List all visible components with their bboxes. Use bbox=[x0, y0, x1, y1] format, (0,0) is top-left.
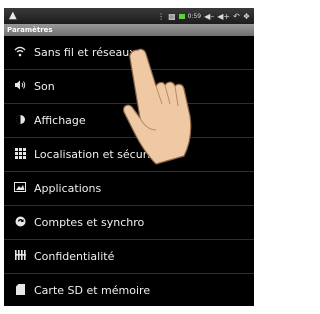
settings-item-applications[interactable]: Applications bbox=[4, 172, 254, 206]
settings-item-label: Applications bbox=[34, 182, 102, 195]
signal-icon: ▩ bbox=[168, 11, 176, 21]
brightness-icon bbox=[10, 114, 30, 128]
status-icons: ⋮ ▩ 0:59 ◀– ◀+ ↶ ❖ bbox=[157, 8, 250, 24]
title-bar: Paramètres bbox=[4, 24, 254, 36]
home-icon[interactable]: ▲ bbox=[9, 9, 17, 23]
settings-item-sd-card[interactable]: Carte SD et mémoire bbox=[4, 274, 254, 306]
applications-icon bbox=[10, 182, 30, 195]
location-grid-icon bbox=[10, 147, 30, 162]
usb-icon: ⋮ bbox=[157, 11, 166, 21]
page-title: Paramètres bbox=[7, 26, 53, 34]
settings-item-label: Son bbox=[34, 80, 55, 93]
back-icon[interactable]: ↶ bbox=[233, 12, 240, 21]
menu-icon[interactable]: ❖ bbox=[243, 12, 250, 21]
settings-item-privacy[interactable]: Confidentialité bbox=[4, 240, 254, 274]
privacy-icon bbox=[10, 250, 30, 263]
battery-icon bbox=[178, 13, 185, 19]
volume-down-icon[interactable]: ◀– bbox=[204, 12, 214, 21]
pointing-hand-overlay bbox=[123, 48, 192, 165]
settings-item-label: Affichage bbox=[34, 114, 86, 127]
sync-icon bbox=[10, 216, 30, 230]
settings-item-label: Carte SD et mémoire bbox=[34, 284, 151, 297]
wifi-icon bbox=[10, 46, 30, 60]
settings-item-label: Confidentialité bbox=[34, 250, 115, 263]
settings-item-accounts-sync[interactable]: Comptes et synchro bbox=[4, 206, 254, 240]
status-bar: ▲ ⋮ ▩ 0:59 ◀– ◀+ ↶ ❖ bbox=[4, 8, 254, 24]
volume-up-icon[interactable]: ◀+ bbox=[217, 12, 230, 21]
clock-text: 0:59 bbox=[187, 12, 202, 20]
sd-card-icon bbox=[10, 283, 30, 298]
speaker-icon bbox=[10, 80, 30, 93]
android-screen: ▲ ⋮ ▩ 0:59 ◀– ◀+ ↶ ❖ Paramètres Sans fil… bbox=[4, 8, 254, 306]
settings-item-label: Comptes et synchro bbox=[34, 216, 145, 229]
